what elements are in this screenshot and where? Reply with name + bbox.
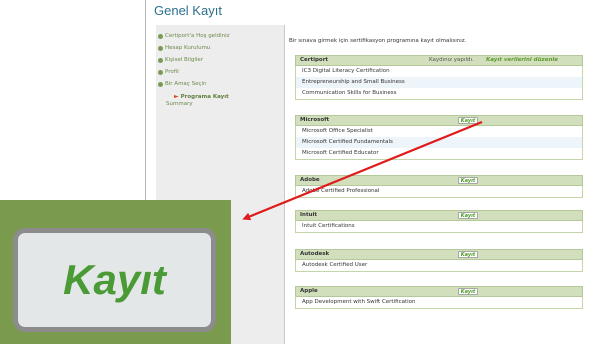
arrow-icon: [242, 120, 483, 221]
